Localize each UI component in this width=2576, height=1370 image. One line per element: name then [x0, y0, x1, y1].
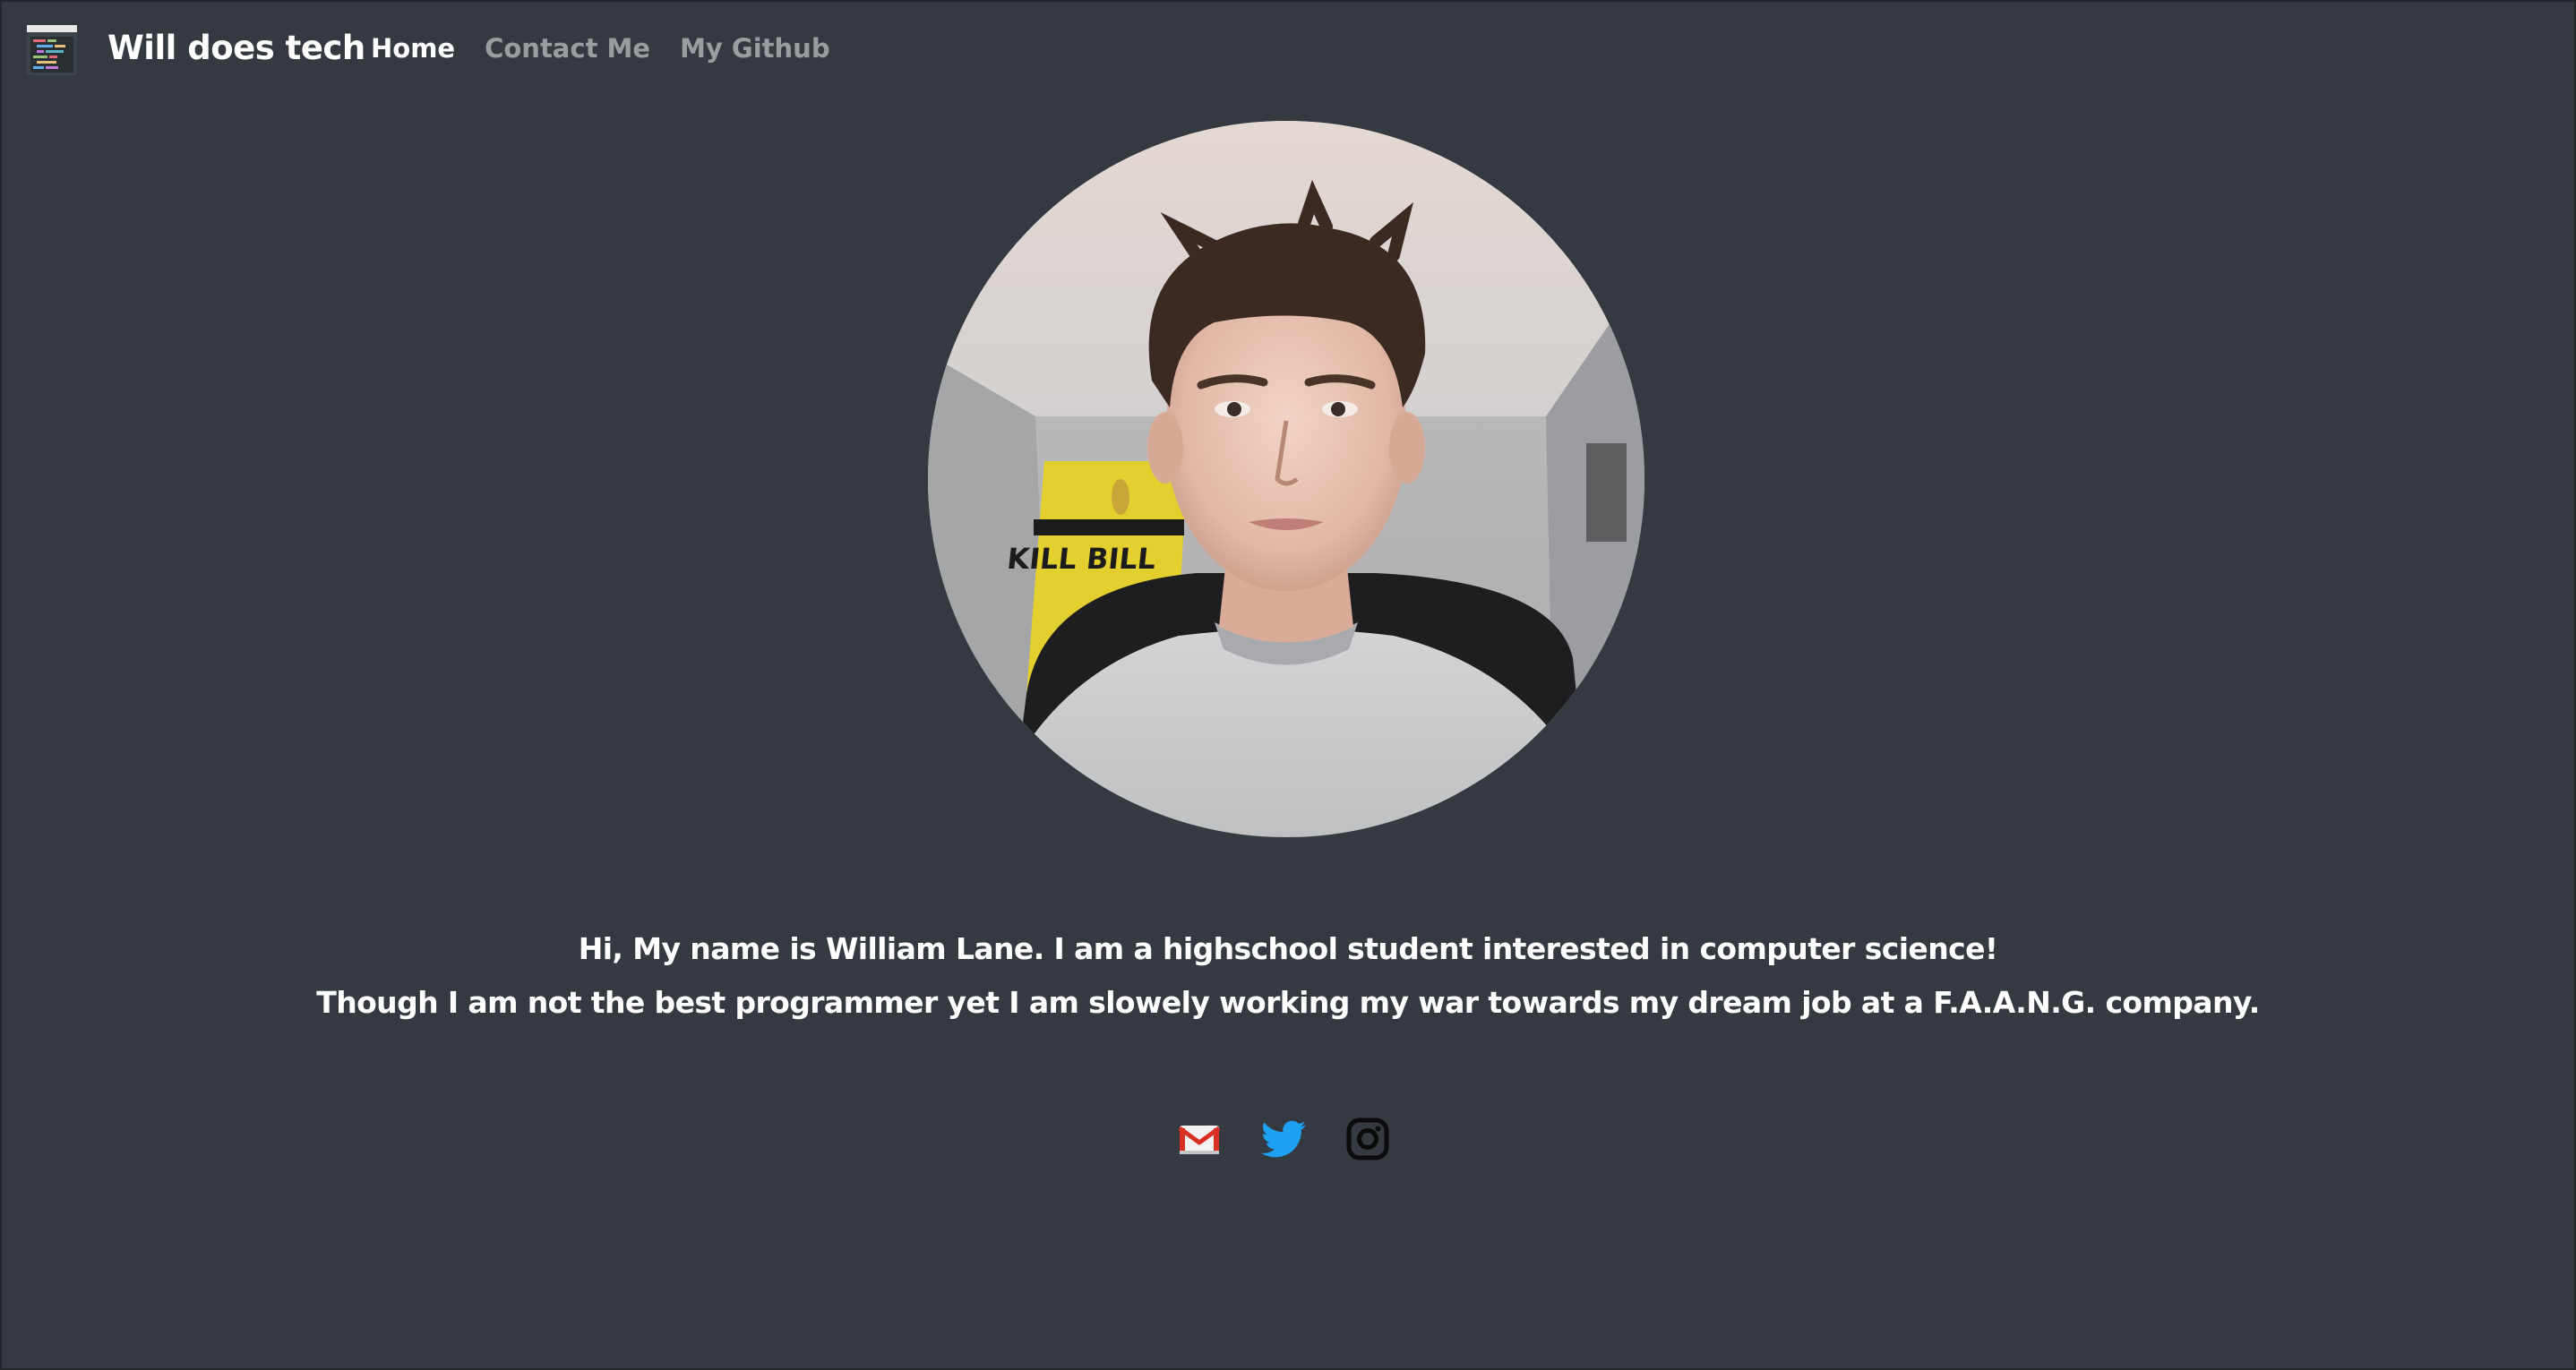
bio: Hi, My name is William Lane. I am a high… — [0, 922, 2576, 1030]
gmail-icon — [1178, 1126, 1221, 1154]
twitter-link[interactable] — [1261, 1117, 1306, 1161]
social-links — [1177, 1114, 1390, 1164]
twitter-icon — [1261, 1120, 1306, 1158]
nav-link-my-github[interactable]: My Github — [680, 29, 830, 68]
bio-line-2: Though I am not the best programmer yet … — [316, 985, 2260, 1020]
navbar: Will does tech Home Contact Me My Github — [0, 0, 2576, 98]
instagram-link[interactable] — [1345, 1117, 1390, 1161]
nav-links: Home Contact Me My Github — [371, 29, 860, 68]
svg-text:KILL BILL: KILL BILL — [1006, 542, 1158, 576]
bio-line-1: Hi, My name is William Lane. I am a high… — [578, 931, 1998, 966]
nav-link-contact-me[interactable]: Contact Me — [485, 29, 650, 68]
profile-photo: KILL BILL — [928, 121, 1644, 837]
nav-link-home[interactable]: Home — [371, 29, 455, 68]
gmail-link[interactable] — [1177, 1117, 1222, 1161]
instagram-icon — [1346, 1117, 1389, 1160]
code-editor-logo-icon[interactable] — [27, 25, 77, 75]
brand-title[interactable]: Will does tech — [107, 23, 365, 73]
